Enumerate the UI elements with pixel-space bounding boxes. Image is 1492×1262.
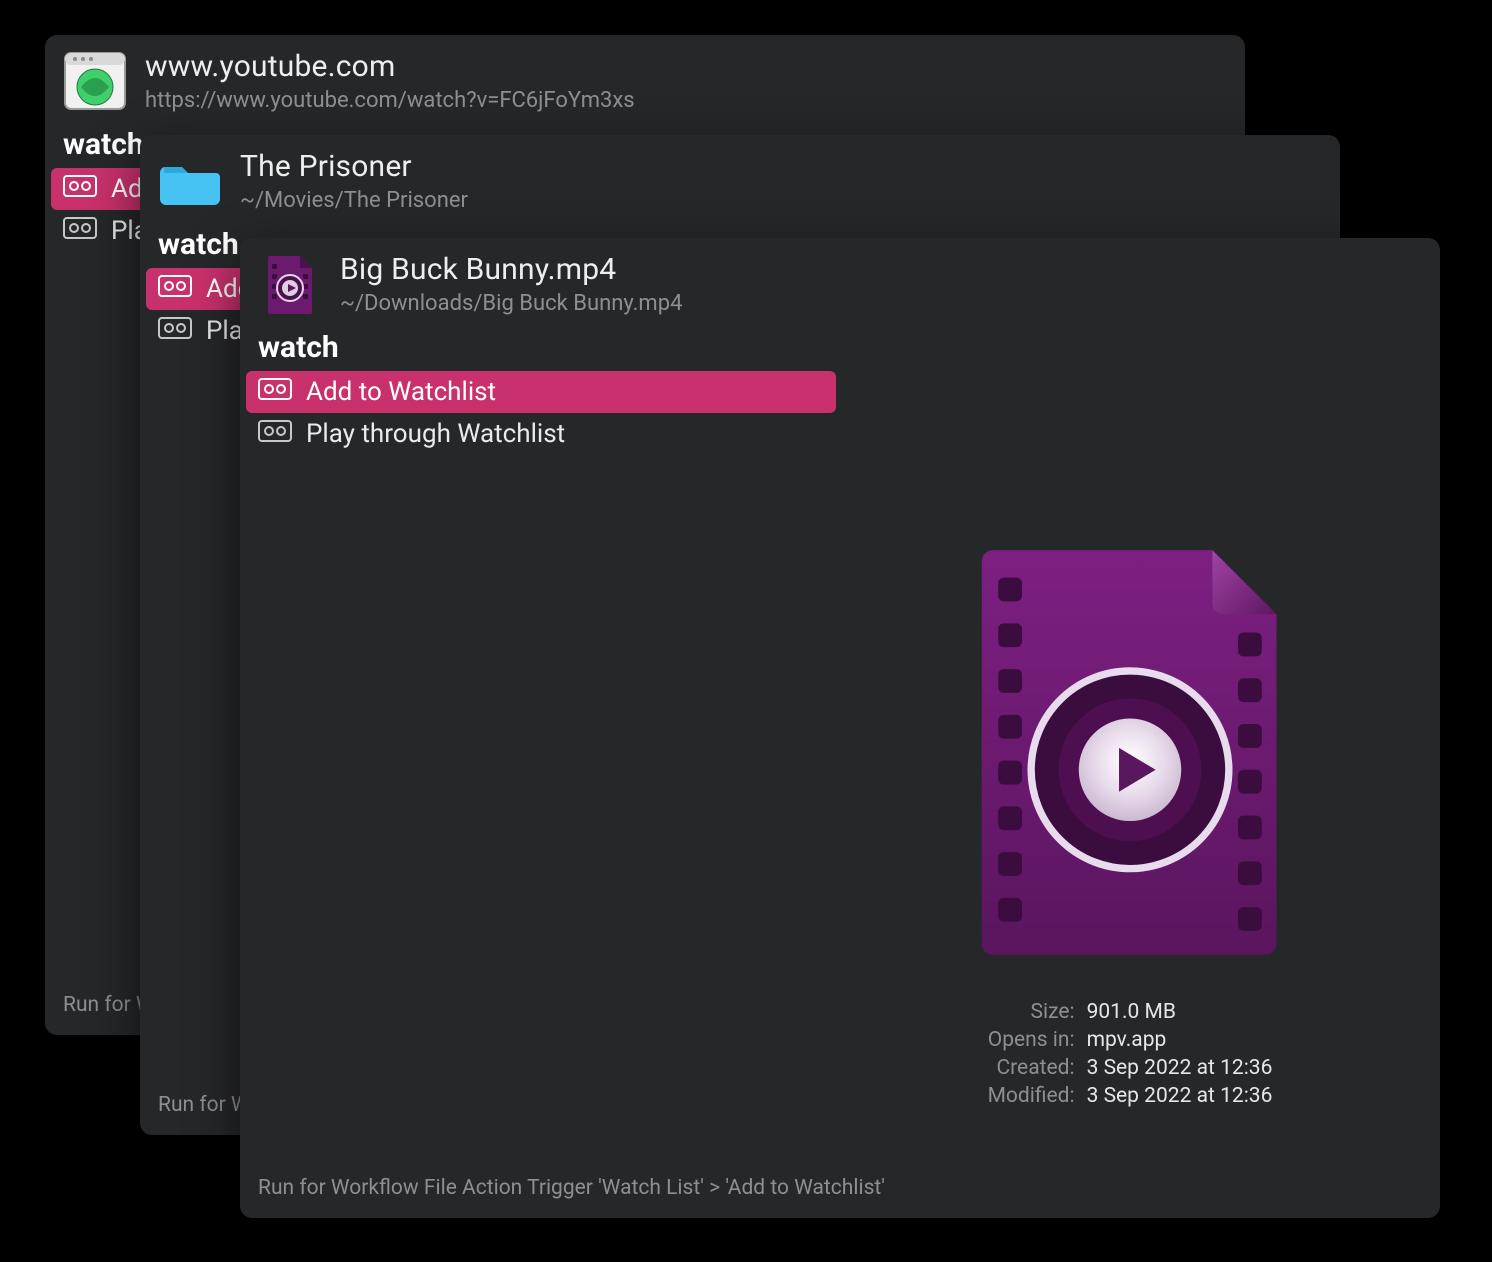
preview-panel: Size: 901.0 MB Opens in: mpv.app Created… (850, 541, 1410, 1108)
cassette-icon (258, 419, 292, 449)
header-subtitle: https://www.youtube.com/watch?v=FC6jFoYm… (145, 88, 635, 113)
result-row-play[interactable]: Play through Watchlist (246, 413, 836, 455)
header: Big Buck Bunny.mp4 ~/Downloads/Big Buck … (240, 238, 1440, 326)
search-query: watch (63, 127, 144, 162)
search-query: watch (258, 330, 339, 365)
status-footer: Run for Workflow File Action Trigger 'Wa… (240, 1162, 1440, 1218)
cassette-icon (63, 216, 97, 246)
video-file-icon (258, 252, 322, 316)
header: The Prisoner ~/Movies/The Prisoner (140, 135, 1340, 223)
meta-opens-value: mpv.app (1087, 1028, 1273, 1052)
search-query-row[interactable]: watch (240, 326, 1440, 371)
header-title: Big Buck Bunny.mp4 (340, 252, 682, 287)
meta-size-label: Size: (988, 1000, 1075, 1024)
video-file-preview-icon (950, 541, 1310, 962)
meta-modified-label: Modified: (988, 1084, 1075, 1108)
header-subtitle: ~/Movies/The Prisoner (240, 188, 468, 213)
cassette-icon (258, 377, 292, 407)
launcher-window-videofile: Big Buck Bunny.mp4 ~/Downloads/Big Buck … (240, 238, 1440, 1218)
cassette-icon (158, 316, 192, 346)
cassette-icon (158, 274, 192, 304)
result-label: Add to Watchlist (306, 377, 496, 407)
search-query: watch (158, 227, 239, 262)
header-texts: Big Buck Bunny.mp4 ~/Downloads/Big Buck … (340, 252, 682, 316)
header-subtitle: ~/Downloads/Big Buck Bunny.mp4 (340, 291, 682, 316)
meta-size-value: 901.0 MB (1087, 1000, 1273, 1024)
meta-modified-value: 3 Sep 2022 at 12:36 (1087, 1084, 1273, 1108)
meta-created-label: Created: (988, 1056, 1075, 1080)
preview-metadata: Size: 901.0 MB Opens in: mpv.app Created… (988, 1000, 1273, 1108)
result-label: Play through Watchlist (306, 419, 565, 449)
result-row-add[interactable]: Add to Watchlist (246, 371, 836, 413)
header: www.youtube.com https://www.youtube.com/… (45, 35, 1245, 123)
browser-window-icon (63, 49, 127, 113)
header-title: www.youtube.com (145, 49, 635, 84)
header-title: The Prisoner (240, 149, 468, 184)
folder-icon (158, 149, 222, 213)
cassette-icon (63, 174, 97, 204)
meta-opens-label: Opens in: (988, 1028, 1075, 1052)
header-texts: www.youtube.com https://www.youtube.com/… (145, 49, 635, 113)
meta-created-value: 3 Sep 2022 at 12:36 (1087, 1056, 1273, 1080)
header-texts: The Prisoner ~/Movies/The Prisoner (240, 149, 468, 213)
